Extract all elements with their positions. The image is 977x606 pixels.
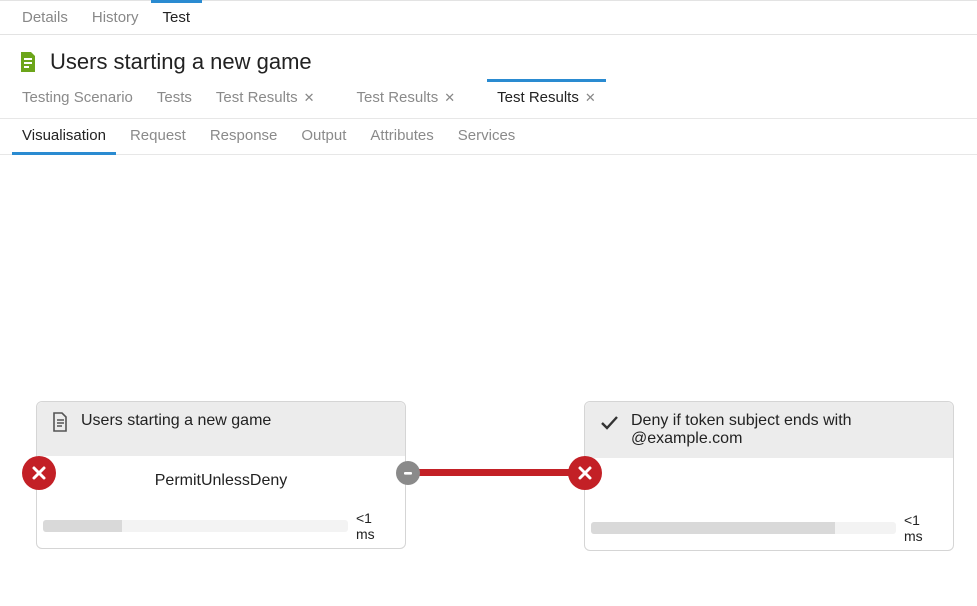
node-footer: <1 ms [37,506,405,548]
top-tab-test[interactable]: Test [151,1,203,34]
decision-deny-badge [22,456,56,490]
viewtab-services[interactable]: Services [446,119,528,154]
node-combining-algorithm: PermitUnlessDeny [37,456,405,506]
document-icon [51,412,69,432]
visualisation-canvas[interactable]: Users starting a new game PermitUnlessDe… [0,155,977,595]
page-title-row: Users starting a new game [0,35,977,79]
sub-tabs: Testing Scenario Tests Test Results✕ Tes… [0,79,977,119]
subtab-tests[interactable]: Tests [145,79,204,118]
viewtab-visualisation[interactable]: Visualisation [10,119,118,154]
view-tabs: Visualisation Request Response Output At… [0,119,977,155]
decision-deny-badge [568,456,602,490]
viewtab-output[interactable]: Output [289,119,358,154]
policy-set-node[interactable]: Users starting a new game PermitUnlessDe… [36,401,406,549]
node-body [585,458,953,508]
edge-connector [418,469,584,476]
top-tabs: Details History Test [0,0,977,35]
check-icon [599,412,619,432]
node-title: Deny if token subject ends with @example… [631,412,939,448]
subtab-test-results-3[interactable]: Test Results✕ [485,79,608,118]
viewtab-attributes[interactable]: Attributes [358,119,445,154]
timing-label: <1 ms [356,510,399,542]
top-tab-details[interactable]: Details [10,1,80,34]
subtab-testing-scenario[interactable]: Testing Scenario [10,79,145,118]
subtab-test-results-2[interactable]: Test Results✕ [345,79,468,118]
timing-meter [43,520,348,532]
close-icon[interactable]: ✕ [585,90,596,106]
subtab-test-results-1[interactable]: Test Results✕ [204,79,327,118]
timing-label: <1 ms [904,512,947,544]
viewtab-response[interactable]: Response [198,119,290,154]
node-title: Users starting a new game [81,412,271,430]
policy-document-icon [16,50,40,74]
node-header: Users starting a new game [37,402,405,456]
close-icon[interactable]: ✕ [444,90,455,106]
node-header: Deny if token subject ends with @example… [585,402,953,458]
page-title: Users starting a new game [50,49,312,75]
policy-rule-node[interactable]: Deny if token subject ends with @example… [584,401,954,551]
viewtab-request[interactable]: Request [118,119,198,154]
decision-notapplicable-badge [396,461,420,485]
node-footer: <1 ms [585,508,953,550]
top-tab-history[interactable]: History [80,1,151,34]
close-icon[interactable]: ✕ [304,90,315,106]
timing-meter [591,522,896,534]
